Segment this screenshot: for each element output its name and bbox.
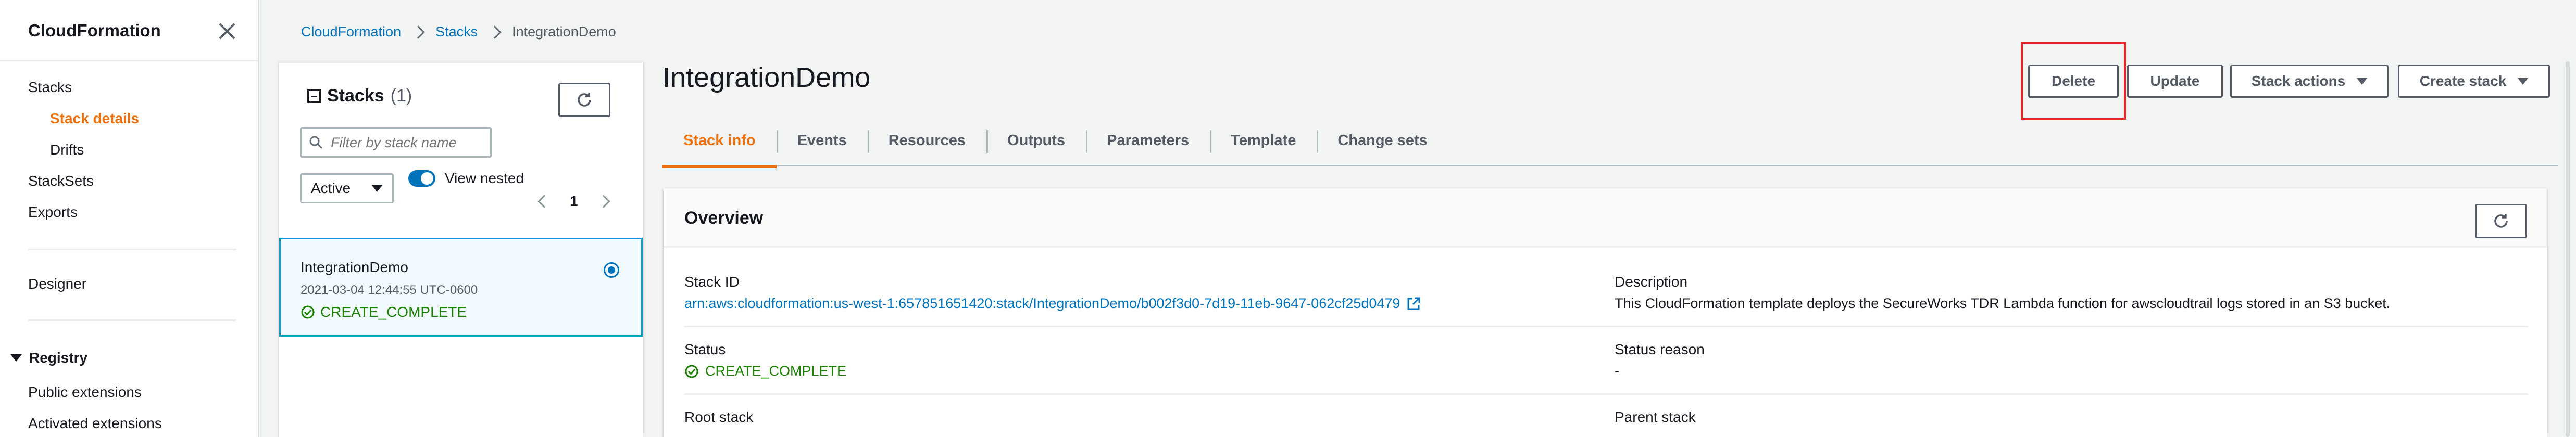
tab-stack-info[interactable]: Stack info (662, 114, 777, 168)
chevron-right-icon (411, 25, 425, 39)
nav-item-stack-details[interactable]: Stack details (50, 110, 139, 127)
cloudformation-console: CloudFormation Stacks Stack details Drif… (0, 0, 2576, 437)
root-stack-label: Root stack (684, 409, 754, 425)
create-stack-label: Create stack (2419, 73, 2507, 89)
stack-filter[interactable] (300, 127, 492, 158)
caret-down-icon (2357, 78, 2368, 85)
chevron-left-icon[interactable] (537, 195, 551, 208)
overview-panel: Overview Stack ID arn:aws:cloudformation… (664, 188, 2547, 437)
tab-outputs[interactable]: Outputs (986, 114, 1086, 166)
row-divider (684, 326, 2528, 327)
stack-select-radio[interactable] (604, 262, 619, 278)
stack-name: IntegrationDemo (301, 259, 409, 275)
stack-id-link[interactable]: arn:aws:cloudformation:us-west-1:6578516… (684, 295, 1421, 312)
stack-actions-label: Stack actions (2251, 73, 2346, 89)
description-value: This CloudFormation template deploys the… (1615, 295, 2391, 311)
stack-filter-input[interactable] (331, 134, 482, 151)
nav-item-stacksets[interactable]: StackSets (28, 173, 94, 189)
collapse-icon[interactable] (307, 89, 321, 103)
nav-item-designer[interactable]: Designer (28, 276, 86, 292)
tab-change-sets[interactable]: Change sets (1317, 114, 1448, 166)
nav-divider (28, 249, 236, 250)
create-stack-button[interactable]: Create stack (2398, 65, 2550, 98)
delete-highlight-box (2021, 42, 2126, 120)
search-icon (309, 136, 323, 149)
breadcrumb-cloudformation[interactable]: CloudFormation (301, 24, 401, 40)
view-nested-label: View nested (445, 170, 524, 186)
tab-resources[interactable]: Resources (867, 114, 986, 166)
tab-template[interactable]: Template (1210, 114, 1317, 166)
sidenav-header: CloudFormation (0, 0, 258, 61)
stack-status: CREATE_COMPLETE (301, 304, 467, 320)
breadcrumb: CloudFormation Stacks IntegrationDemo (301, 24, 616, 40)
caret-down-icon (2518, 78, 2529, 85)
breadcrumb-current: IntegrationDemo (512, 24, 616, 40)
check-circle-icon (301, 305, 315, 319)
check-circle-icon (685, 365, 698, 378)
description-label: Description (1615, 274, 1688, 290)
stack-tabs: Stack info Events Resources Outputs Para… (662, 114, 2558, 168)
stacks-panel: Stacks (1) Active View nested 1 (279, 61, 643, 437)
current-page[interactable]: 1 (570, 193, 578, 210)
tab-events[interactable]: Events (776, 114, 868, 166)
status-label: Status (684, 341, 726, 357)
row-divider (684, 393, 2528, 395)
pagination: 1 (537, 193, 610, 210)
parent-stack-label: Parent stack (1615, 409, 1696, 425)
chevron-right-icon (488, 25, 502, 39)
nav-item-drifts[interactable]: Drifts (50, 142, 84, 158)
nav-item-stacks[interactable]: Stacks (28, 79, 72, 96)
tab-parameters[interactable]: Parameters (1086, 114, 1210, 166)
stacks-title: Stacks (327, 86, 384, 106)
stack-id-label: Stack ID (684, 274, 740, 290)
status-filter-value: Active (311, 180, 351, 196)
nav-item-public-extensions[interactable]: Public extensions (28, 384, 142, 401)
stack-id-value: arn:aws:cloudformation:us-west-1:6578516… (684, 295, 1400, 311)
nav-item-activated-extensions[interactable]: Activated extensions (28, 415, 162, 432)
update-button[interactable]: Update (2127, 65, 2223, 98)
stacks-count: (1) (390, 86, 412, 106)
page-scrollbar[interactable] (2566, 61, 2570, 437)
close-icon[interactable] (217, 21, 237, 42)
registry-label: Registry (29, 350, 88, 366)
page-title: IntegrationDemo (662, 62, 871, 93)
sidenav-title[interactable]: CloudFormation (28, 21, 161, 41)
external-link-icon (1407, 297, 1420, 310)
refresh-stacks-button[interactable] (558, 83, 610, 117)
refresh-overview-button[interactable] (2475, 204, 2527, 238)
stack-status-text: CREATE_COMPLETE (320, 304, 467, 320)
status-filter-select[interactable]: Active (300, 173, 394, 203)
nav-section-registry[interactable]: Registry (10, 350, 87, 366)
status-text: CREATE_COMPLETE (705, 363, 847, 379)
status-reason-label: Status reason (1615, 341, 1705, 357)
stack-created-time: 2021-03-04 12:44:55 UTC-0600 (301, 283, 478, 297)
refresh-icon (2494, 214, 2508, 228)
side-navigation: CloudFormation Stacks Stack details Drif… (0, 0, 259, 437)
caret-down-icon (10, 354, 22, 362)
caret-down-icon (371, 185, 383, 192)
view-nested-toggle[interactable] (408, 170, 435, 187)
refresh-icon (578, 93, 591, 107)
nav-divider (28, 319, 236, 321)
breadcrumb-stacks[interactable]: Stacks (435, 24, 478, 40)
chevron-right-icon[interactable] (596, 195, 610, 208)
overview-header: Overview (664, 188, 2547, 248)
stack-card[interactable]: IntegrationDemo 2021-03-04 12:44:55 UTC-… (279, 238, 643, 337)
status-value: CREATE_COMPLETE (684, 363, 846, 379)
nav-item-exports[interactable]: Exports (28, 204, 78, 221)
stacks-panel-title: Stacks (1) (307, 86, 412, 106)
overview-title: Overview (684, 208, 764, 228)
stack-actions-button[interactable]: Stack actions (2230, 65, 2389, 98)
status-reason-value: - (1615, 363, 1619, 379)
